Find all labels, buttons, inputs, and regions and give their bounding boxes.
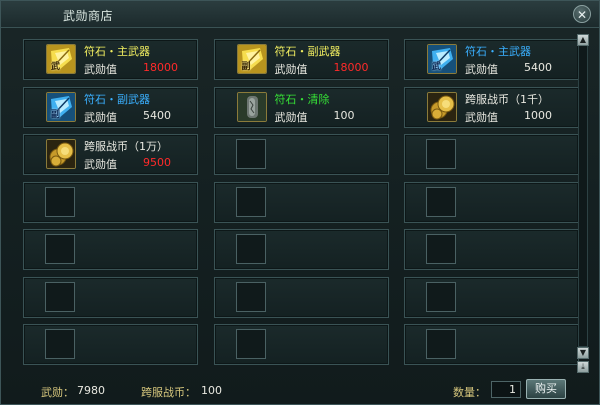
scroll-up-icon[interactable]: ▲ xyxy=(577,34,589,46)
price-label: 武勋值 xyxy=(465,110,498,124)
scroll-down-icon[interactable]: ▼ xyxy=(577,347,589,359)
empty-icon-slot xyxy=(426,186,456,217)
empty-icon-slot xyxy=(235,139,266,169)
empty-icon-slot xyxy=(235,186,266,217)
empty-icon-slot xyxy=(45,234,75,264)
item-grid: 武符石・主武器 武勋值 18000 副符石・副武器 武勋值 18000 武符石・主武器 武勋值… xyxy=(23,39,579,369)
empty-item-slot[interactable] xyxy=(213,276,389,318)
empty-icon-slot xyxy=(426,139,456,169)
empty-item-slot[interactable] xyxy=(23,229,198,270)
item-name: 符石・主武器 xyxy=(465,45,531,58)
item-price: 5400 xyxy=(524,61,552,74)
empty-item-slot[interactable] xyxy=(213,324,389,365)
coin-pile-icon[interactable] xyxy=(46,139,76,169)
coin-value: 100 xyxy=(201,384,222,397)
item-price: 18000 xyxy=(143,61,178,74)
empty-icon-slot xyxy=(426,234,456,264)
shop-item-slot[interactable]: 武 符石・主武器 武勋值 18000 xyxy=(23,39,198,80)
coin-pile-icon[interactable] xyxy=(427,91,457,122)
empty-icon-slot xyxy=(45,186,75,217)
price-label: 武勋值 xyxy=(84,63,117,76)
empty-item-slot[interactable] xyxy=(213,229,389,270)
empty-item-slot[interactable] xyxy=(213,134,389,175)
blue-rune-offhand-icon[interactable]: 副 xyxy=(46,91,76,122)
icon-badge-char: 武 xyxy=(432,62,442,72)
empty-item-slot[interactable] xyxy=(404,134,579,175)
price-label: 武勋值 xyxy=(465,63,498,76)
empty-item-slot[interactable] xyxy=(213,181,389,223)
shop-item-slot[interactable]: 副 符石・副武器 武勋值 5400 xyxy=(23,86,198,128)
item-name: 跨服战币（1千） xyxy=(465,92,549,106)
buy-button[interactable]: 购买 xyxy=(526,379,566,399)
price-label: 武勋值 xyxy=(84,158,117,171)
gold-rune-offhand-icon[interactable]: 副 xyxy=(236,44,267,74)
empty-item-slot[interactable] xyxy=(404,324,579,365)
icon-badge-char: 副 xyxy=(51,109,61,120)
item-price: 9500 xyxy=(143,156,171,169)
blue-rune-sword-icon[interactable]: 武 xyxy=(427,44,457,74)
title-bar[interactable]: 武勋商店 ✕ xyxy=(1,1,599,28)
close-icon[interactable]: ✕ xyxy=(573,5,591,23)
stone-clear-icon[interactable] xyxy=(236,91,267,122)
item-name: 符石・主武器 xyxy=(84,45,150,58)
empty-item-slot[interactable] xyxy=(23,276,198,318)
item-price: 18000 xyxy=(333,61,369,74)
scroll-bottom-icon[interactable]: ⤓ xyxy=(577,361,589,373)
quantity-label: 数量： xyxy=(453,386,486,399)
item-name: 符石・清除 xyxy=(274,92,330,106)
item-price: 1000 xyxy=(524,108,552,122)
item-name: 符石・副武器 xyxy=(274,45,341,58)
window-title: 武勋商店 xyxy=(63,9,114,23)
empty-icon-slot xyxy=(45,281,75,312)
shop-window: 武勋商店 ✕ 武符石・主武器 武勋值 18000 副符石・副武器 武勋值 18000 武符石… xyxy=(0,0,600,405)
empty-item-slot[interactable] xyxy=(404,229,579,270)
empty-icon-slot xyxy=(426,329,456,359)
price-label: 武勋值 xyxy=(274,110,308,124)
shop-item-slot[interactable]: 符石・清除武勋值 100 xyxy=(213,86,389,128)
quantity-input[interactable]: 1 xyxy=(491,381,521,398)
empty-item-slot[interactable] xyxy=(23,324,198,365)
item-name: 跨服战币（1万） xyxy=(84,140,168,153)
empty-icon-slot xyxy=(45,329,75,359)
price-label: 武勋值 xyxy=(84,110,117,124)
gold-rune-sword-icon[interactable]: 武 xyxy=(46,44,76,74)
shop-item-slot[interactable]: 副 符石・副武器 武勋值 18000 xyxy=(213,39,389,80)
shop-item-slot[interactable]: 跨服战币（1千） 武勋值 1000 xyxy=(404,86,579,128)
item-price: 5400 xyxy=(143,108,171,122)
item-price: 100 xyxy=(333,108,355,122)
empty-icon-slot xyxy=(235,234,266,264)
empty-item-slot[interactable] xyxy=(404,181,579,223)
coin-label: 跨服战币： xyxy=(141,386,196,399)
empty-icon-slot xyxy=(426,281,456,312)
honor-label: 武勋： xyxy=(41,386,74,399)
empty-item-slot[interactable] xyxy=(23,181,198,223)
empty-icon-slot xyxy=(235,329,266,359)
shop-item-slot[interactable]: 武 符石・主武器 武勋值 5400 xyxy=(404,39,579,80)
honor-value: 7980 xyxy=(77,384,105,397)
scrollbar-track[interactable] xyxy=(578,45,588,347)
icon-badge-char: 武 xyxy=(51,62,61,72)
empty-item-slot[interactable] xyxy=(404,276,579,318)
icon-badge-char: 副 xyxy=(241,62,251,72)
item-name: 符石・副武器 xyxy=(84,92,150,106)
empty-icon-slot xyxy=(235,281,266,312)
shop-item-slot[interactable]: 跨服战币（1万） 武勋值 9500 xyxy=(23,134,198,175)
price-label: 武勋值 xyxy=(274,63,308,76)
